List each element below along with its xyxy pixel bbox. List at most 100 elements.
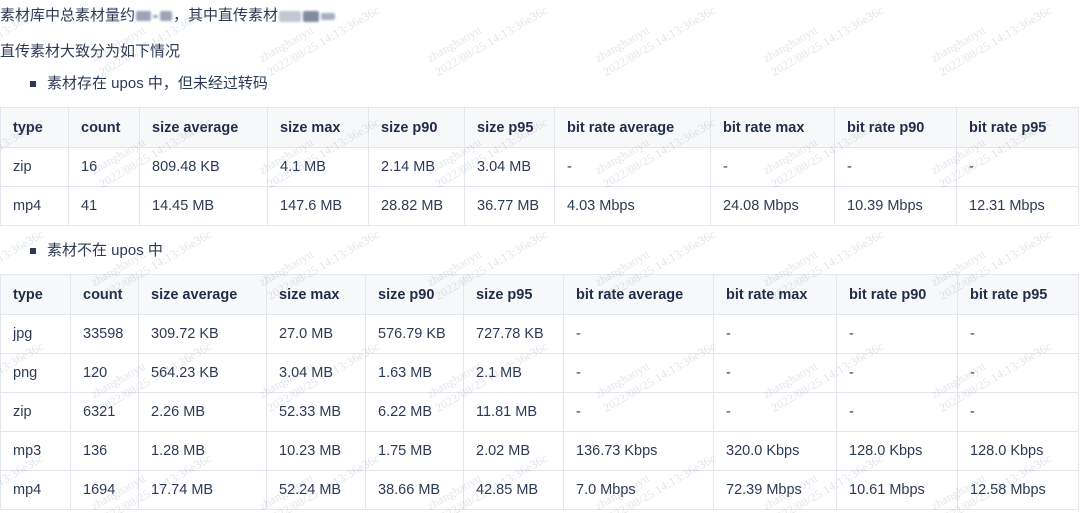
intro-paragraph-2: 直传素材大致分为如下情况 xyxy=(0,27,1080,63)
cell-size-average: 309.72 KB xyxy=(139,315,267,354)
column-header-size-max: size max xyxy=(267,275,366,315)
cell-bit-rate-p95: - xyxy=(958,354,1079,393)
cell-bit-rate-p95: 12.31 Mbps xyxy=(957,187,1079,226)
column-header-bit-rate-p95: bit rate p95 xyxy=(957,108,1079,148)
cell-bit-rate-max: 320.0 Kbps xyxy=(714,432,837,471)
cell-count: 16 xyxy=(69,148,140,187)
table-row: png120564.23 KB3.04 MB1.63 MB2.1 MB---- xyxy=(1,354,1079,393)
cell-size-p95: 2.1 MB xyxy=(464,354,564,393)
column-header-size-p90: size p90 xyxy=(366,275,464,315)
cell-bit-rate-average: 7.0 Mbps xyxy=(564,471,714,510)
document-body: 素材库中总素材量约，其中直传素材 直传素材大致分为如下情况 素材存在 upos … xyxy=(0,0,1080,510)
cell-size-p90: 38.66 MB xyxy=(366,471,464,510)
cell-bit-rate-max: - xyxy=(714,315,837,354)
cell-bit-rate-p90: - xyxy=(837,315,958,354)
column-header-size-p95: size p95 xyxy=(465,108,555,148)
cell-bit-rate-average: - xyxy=(564,354,714,393)
cell-size-p95: 2.02 MB xyxy=(464,432,564,471)
table-header-in-upos: typecountsize averagesize maxsize p90siz… xyxy=(1,108,1079,148)
column-header-type: type xyxy=(1,275,71,315)
cell-type: jpg xyxy=(1,315,71,354)
table-body-in-upos: zip16809.48 KB4.1 MB2.14 MB3.04 MB----mp… xyxy=(1,148,1079,226)
cell-bit-rate-p90: - xyxy=(835,148,957,187)
column-header-count: count xyxy=(71,275,139,315)
cell-size-max: 4.1 MB xyxy=(268,148,369,187)
column-header-size-average: size average xyxy=(139,275,267,315)
bullet-label-section-2: 素材不在 upos 中 xyxy=(47,240,163,262)
stats-table-in-upos: typecountsize averagesize maxsize p90siz… xyxy=(0,107,1079,226)
cell-bit-rate-max: - xyxy=(714,354,837,393)
cell-size-max: 52.24 MB xyxy=(267,471,366,510)
cell-type: zip xyxy=(1,148,69,187)
intro-text-prefix: 素材库中总素材量约 xyxy=(0,7,135,24)
cell-size-p90: 28.82 MB xyxy=(369,187,465,226)
table-header-row: typecountsize averagesize maxsize p90siz… xyxy=(1,108,1079,148)
cell-type: png xyxy=(1,354,71,393)
redacted-value-2 xyxy=(153,15,158,18)
bullet-square-icon xyxy=(30,248,36,254)
cell-bit-rate-average: - xyxy=(564,393,714,432)
cell-size-p90: 576.79 KB xyxy=(366,315,464,354)
cell-size-p90: 1.75 MB xyxy=(366,432,464,471)
redacted-value-4 xyxy=(279,11,301,22)
column-header-size-max: size max xyxy=(268,108,369,148)
cell-size-max: 27.0 MB xyxy=(267,315,366,354)
table-row: mp4169417.74 MB52.24 MB38.66 MB42.85 MB7… xyxy=(1,471,1079,510)
cell-count: 6321 xyxy=(71,393,139,432)
cell-size-p95: 3.04 MB xyxy=(465,148,555,187)
cell-size-average: 1.28 MB xyxy=(139,432,267,471)
cell-size-p95: 42.85 MB xyxy=(464,471,564,510)
cell-count: 136 xyxy=(71,432,139,471)
bullet-item-section-2: 素材不在 upos 中 xyxy=(0,240,1080,262)
table-row: mp44114.45 MB147.6 MB28.82 MB36.77 MB4.0… xyxy=(1,187,1079,226)
cell-count: 120 xyxy=(71,354,139,393)
table-body-not-in-upos: jpg33598309.72 KB27.0 MB576.79 KB727.78 … xyxy=(1,315,1079,510)
cell-bit-rate-p95: 12.58 Mbps xyxy=(958,471,1079,510)
cell-bit-rate-average: 136.73 Kbps xyxy=(564,432,714,471)
cell-type: mp3 xyxy=(1,432,71,471)
column-header-bit-rate-average: bit rate average xyxy=(564,275,714,315)
column-header-size-average: size average xyxy=(140,108,268,148)
bullet-square-icon xyxy=(30,81,36,87)
table-row: zip63212.26 MB52.33 MB6.22 MB11.81 MB---… xyxy=(1,393,1079,432)
cell-bit-rate-p95: - xyxy=(958,315,1079,354)
cell-size-p95: 11.81 MB xyxy=(464,393,564,432)
table-row: jpg33598309.72 KB27.0 MB576.79 KB727.78 … xyxy=(1,315,1079,354)
table-header-row: typecountsize averagesize maxsize p90siz… xyxy=(1,275,1079,315)
table-row: zip16809.48 KB4.1 MB2.14 MB3.04 MB---- xyxy=(1,148,1079,187)
column-header-count: count xyxy=(69,108,140,148)
table-row: mp31361.28 MB10.23 MB1.75 MB2.02 MB136.7… xyxy=(1,432,1079,471)
cell-size-average: 809.48 KB xyxy=(140,148,268,187)
column-header-size-p95: size p95 xyxy=(464,275,564,315)
column-header-type: type xyxy=(1,108,69,148)
cell-bit-rate-p90: 10.61 Mbps xyxy=(837,471,958,510)
column-header-bit-rate-max: bit rate max xyxy=(714,275,837,315)
cell-bit-rate-p90: - xyxy=(837,354,958,393)
bullet-item-section-1: 素材存在 upos 中，但未经过转码 xyxy=(0,73,1080,95)
cell-bit-rate-p95: - xyxy=(957,148,1079,187)
intro-paragraph-1: 素材库中总素材量约，其中直传素材 xyxy=(0,0,1080,27)
cell-count: 33598 xyxy=(71,315,139,354)
column-header-bit-rate-max: bit rate max xyxy=(711,108,835,148)
cell-bit-rate-average: - xyxy=(564,315,714,354)
cell-size-p90: 2.14 MB xyxy=(369,148,465,187)
redacted-value-5 xyxy=(303,11,319,22)
cell-type: mp4 xyxy=(1,187,69,226)
cell-size-p95: 36.77 MB xyxy=(465,187,555,226)
cell-bit-rate-p90: 10.39 Mbps xyxy=(835,187,957,226)
column-header-bit-rate-average: bit rate average xyxy=(555,108,711,148)
redacted-value-1 xyxy=(136,11,151,21)
table-header-not-in-upos: typecountsize averagesize maxsize p90siz… xyxy=(1,275,1079,315)
cell-size-p95: 727.78 KB xyxy=(464,315,564,354)
column-header-bit-rate-p95: bit rate p95 xyxy=(958,275,1079,315)
cell-bit-rate-max: - xyxy=(714,393,837,432)
cell-type: mp4 xyxy=(1,471,71,510)
cell-size-max: 3.04 MB xyxy=(267,354,366,393)
cell-size-average: 2.26 MB xyxy=(139,393,267,432)
cell-count: 41 xyxy=(69,187,140,226)
cell-size-p90: 6.22 MB xyxy=(366,393,464,432)
cell-bit-rate-max: 24.08 Mbps xyxy=(711,187,835,226)
cell-bit-rate-p90: - xyxy=(837,393,958,432)
cell-bit-rate-max: - xyxy=(711,148,835,187)
cell-bit-rate-average: 4.03 Mbps xyxy=(555,187,711,226)
